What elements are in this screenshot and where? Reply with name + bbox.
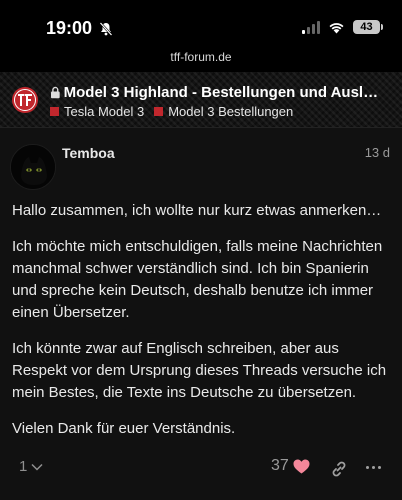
post-paragraph: Vielen Dank für euer Verständnis. (12, 420, 236, 437)
post-body: Hallo zusammen, ich wollte nur kurz etwa… (12, 200, 392, 454)
post: Temboa 13 d Hallo zusammen, ich wollte n… (0, 128, 402, 500)
category-breadcrumb: Tesla Model 3 Model 3 Bestellungen (50, 104, 293, 119)
category-model-3-bestellungen[interactable]: Model 3 Bestellungen (154, 104, 293, 119)
category-label: Model 3 Bestellungen (168, 104, 294, 119)
category-label: Tesla Model 3 (64, 104, 145, 119)
logo[interactable] (11, 86, 39, 114)
post-paragraph: Hallo zusammen, ich wollte nur kurz etwa… (12, 202, 382, 219)
post-paragraph: Ich könnte zwar auf Englisch schreiben, … (12, 340, 387, 401)
link-icon[interactable] (330, 460, 348, 478)
more-icon[interactable] (366, 466, 381, 469)
like-button[interactable]: 37 (271, 457, 310, 475)
category-tesla-model-3[interactable]: Tesla Model 3 (50, 104, 144, 119)
avatar[interactable] (10, 144, 56, 190)
reply-count: 1 (19, 458, 28, 475)
category-color-square (154, 107, 164, 116)
url-bar[interactable]: tff-forum.de (0, 50, 402, 72)
battery-icon: 43 (353, 20, 383, 34)
topic-header[interactable]: Model 3 Highland - Bestellungen und Ausl… (0, 72, 402, 128)
post-age[interactable]: 13 d (365, 145, 390, 160)
status-time: 19:00 (46, 18, 93, 38)
status-bar: 19:00 43 (0, 0, 402, 50)
wifi-icon (329, 22, 344, 33)
bell-slash-icon (99, 21, 113, 36)
replies-button[interactable]: 1 (19, 458, 43, 475)
category-color-square (50, 107, 59, 116)
lock-icon (50, 86, 60, 99)
chevron-down-icon (31, 463, 43, 471)
post-controls: 1 37 (0, 450, 402, 490)
like-count: 37 (271, 457, 289, 474)
heart-icon (293, 459, 310, 473)
post-paragraph: Ich möchte mich entschuldigen, falls mei… (12, 238, 383, 321)
signal-icon (302, 20, 320, 34)
post-username[interactable]: Temboa (62, 145, 115, 161)
cat-avatar-image (11, 145, 55, 189)
topic-title[interactable]: Model 3 Highland - Bestellungen und Ausl… (50, 84, 380, 101)
topic-title-text: Model 3 Highland - Bestellungen und Ausl… (63, 84, 380, 101)
